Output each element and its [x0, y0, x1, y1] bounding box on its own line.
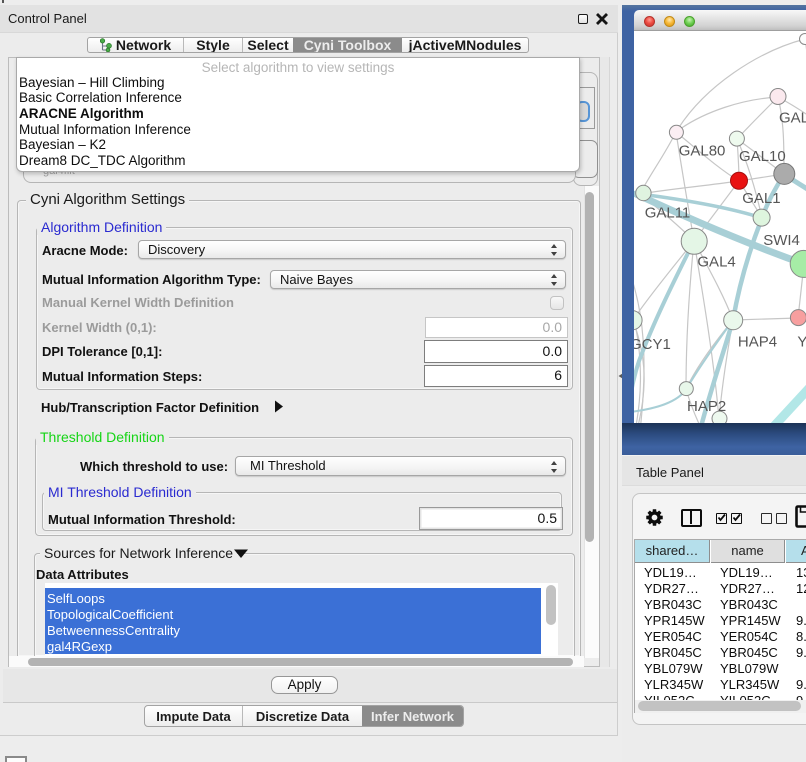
svg-text:GAL11: GAL11	[645, 204, 691, 221]
svg-text:SWI4: SWI4	[763, 232, 800, 249]
svg-text:GAL80: GAL80	[679, 143, 726, 160]
svg-text:GCY1: GCY1	[634, 336, 671, 353]
svg-text:Y: Y	[797, 333, 806, 350]
svg-text:HAP4: HAP4	[738, 333, 777, 350]
svg-text:HAP2: HAP2	[687, 398, 726, 415]
svg-text:GAL: GAL	[779, 110, 806, 127]
svg-text:GAL10: GAL10	[739, 148, 786, 165]
svg-text:GAL4: GAL4	[697, 253, 735, 270]
svg-text:GAL1: GAL1	[742, 190, 780, 207]
